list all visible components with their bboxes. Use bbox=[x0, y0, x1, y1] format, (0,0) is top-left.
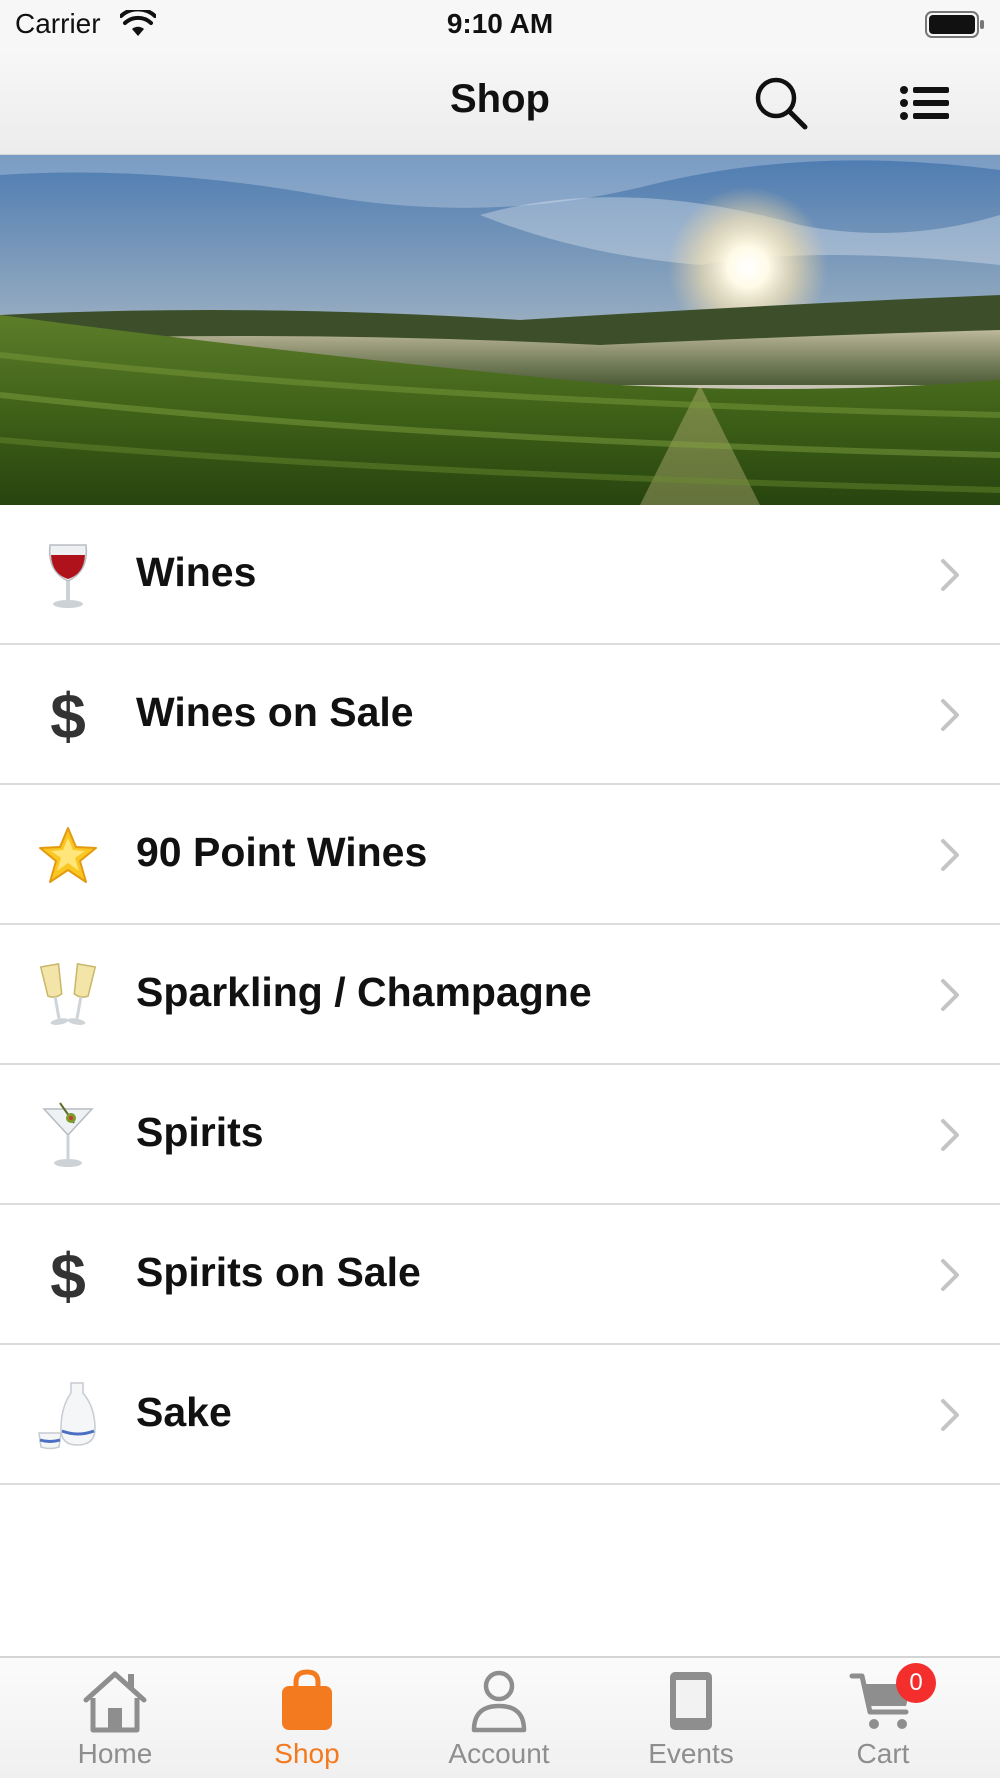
category-row-spirits-on-sale[interactable]: $ Spirits on Sale bbox=[0, 1205, 1000, 1345]
tab-events[interactable]: Events bbox=[595, 1658, 787, 1778]
champagne-glasses-icon bbox=[35, 961, 101, 1031]
navigation-bar: Shop bbox=[0, 50, 1000, 155]
status-time: 9:10 AM bbox=[446, 8, 554, 39]
category-label: Spirits bbox=[136, 1109, 264, 1155]
category-row-wines-on-sale[interactable]: $ Wines on Sale bbox=[0, 645, 1000, 785]
chevron-right-icon bbox=[941, 839, 959, 871]
page-title: Shop bbox=[450, 77, 550, 121]
tab-label: Home bbox=[77, 1738, 153, 1769]
category-label: Spirits on Sale bbox=[136, 1249, 421, 1295]
tab-bar: Home Shop Account Events Cart bbox=[0, 1656, 1000, 1778]
calendar-icon bbox=[670, 1672, 712, 1730]
chevron-right-icon bbox=[941, 979, 959, 1011]
shop-screen: Carrier 9:10 AM Shop Wines $ Wines on Sa… bbox=[0, 0, 1000, 1778]
hero-image bbox=[0, 155, 1000, 505]
tab-home[interactable]: Home bbox=[19, 1658, 211, 1778]
tab-label: Events bbox=[648, 1738, 734, 1769]
chevron-right-icon bbox=[941, 1399, 959, 1431]
vineyard-sunrise-photo bbox=[0, 155, 1000, 505]
tab-label: Cart bbox=[856, 1738, 910, 1769]
status-bar: Carrier 9:10 AM bbox=[0, 0, 1000, 50]
category-label: Wines on Sale bbox=[136, 689, 414, 735]
search-icon[interactable] bbox=[752, 74, 810, 132]
category-list: Wines $ Wines on Sale 90 Point Wines Spa… bbox=[0, 505, 1000, 1485]
category-row-spirits[interactable]: Spirits bbox=[0, 1065, 1000, 1205]
tab-label: Shop bbox=[274, 1738, 340, 1769]
category-row-sparkling-champagne[interactable]: Sparkling / Champagne bbox=[0, 925, 1000, 1065]
category-label: 90 Point Wines bbox=[136, 829, 428, 875]
category-row-sake[interactable]: Sake bbox=[0, 1345, 1000, 1485]
star-icon bbox=[35, 821, 101, 891]
list-menu-icon[interactable] bbox=[898, 80, 952, 126]
person-icon bbox=[471, 1670, 527, 1733]
cart-badge: 0 bbox=[896, 1663, 936, 1703]
category-row-wines[interactable]: Wines bbox=[0, 505, 1000, 645]
dollar-sign-icon: $ bbox=[50, 1240, 86, 1312]
battery-icon bbox=[925, 11, 984, 38]
category-label: Wines bbox=[136, 549, 257, 595]
dollar-sign-icon: $ bbox=[50, 680, 86, 752]
chevron-right-icon bbox=[941, 1259, 959, 1291]
tab-cart[interactable]: Cart bbox=[787, 1658, 979, 1778]
category-row-90-point-wines[interactable]: 90 Point Wines bbox=[0, 785, 1000, 925]
home-icon bbox=[83, 1671, 147, 1733]
shopping-bag-icon bbox=[282, 1669, 332, 1730]
cocktail-glass-icon bbox=[35, 1101, 101, 1171]
chevron-right-icon bbox=[941, 699, 959, 731]
tab-shop[interactable]: Shop bbox=[211, 1658, 403, 1778]
category-label: Sake bbox=[136, 1389, 232, 1435]
chevron-right-icon bbox=[941, 559, 959, 591]
wine-glass-icon bbox=[35, 541, 101, 611]
tab-account[interactable]: Account bbox=[403, 1658, 595, 1778]
sake-bottle-icon bbox=[35, 1381, 101, 1451]
category-label: Sparkling / Champagne bbox=[136, 969, 592, 1015]
chevron-right-icon bbox=[941, 1119, 959, 1151]
tab-label: Account bbox=[448, 1738, 550, 1769]
